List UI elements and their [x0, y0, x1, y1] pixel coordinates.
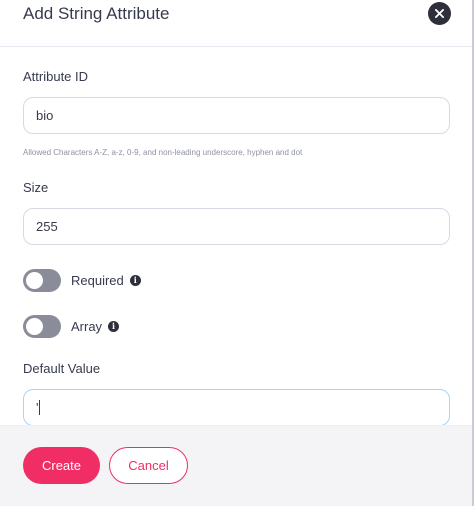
array-label: Array — [71, 318, 103, 334]
add-string-attribute-modal: Add String Attribute Attribute ID bio Al… — [0, 0, 474, 506]
attribute-id-input[interactable]: bio — [23, 97, 450, 134]
close-icon — [435, 9, 444, 18]
attribute-id-hint: Allowed Characters A-Z, a-z, 0-9, and no… — [23, 148, 303, 157]
modal-title: Add String Attribute — [23, 4, 170, 23]
text-caret — [39, 400, 41, 415]
size-value: 255 — [36, 219, 58, 234]
array-toggle-row: Array i — [23, 313, 120, 339]
toggle-knob — [26, 271, 43, 289]
default-value-input[interactable]: ' — [23, 389, 450, 426]
array-toggle[interactable] — [23, 314, 61, 338]
create-button[interactable]: Create — [23, 447, 100, 484]
close-button[interactable] — [428, 2, 451, 25]
size-input[interactable]: 255 — [23, 208, 450, 245]
size-label: Size — [23, 180, 49, 195]
required-label: Required — [71, 272, 124, 288]
info-icon[interactable]: i — [108, 320, 120, 332]
default-value-label: Default Value — [23, 361, 101, 376]
info-icon[interactable]: i — [129, 274, 141, 286]
modal-header: Add String Attribute — [0, 0, 472, 47]
required-toggle[interactable] — [23, 268, 61, 292]
attribute-id-label: Attribute ID — [23, 69, 89, 84]
default-value-text: ' — [36, 400, 39, 415]
required-toggle-row: Required i — [23, 267, 141, 293]
cancel-button[interactable]: Cancel — [109, 447, 188, 484]
toggle-knob — [26, 317, 43, 335]
modal-footer: Create Cancel — [0, 425, 472, 506]
attribute-id-value: bio — [36, 108, 54, 123]
